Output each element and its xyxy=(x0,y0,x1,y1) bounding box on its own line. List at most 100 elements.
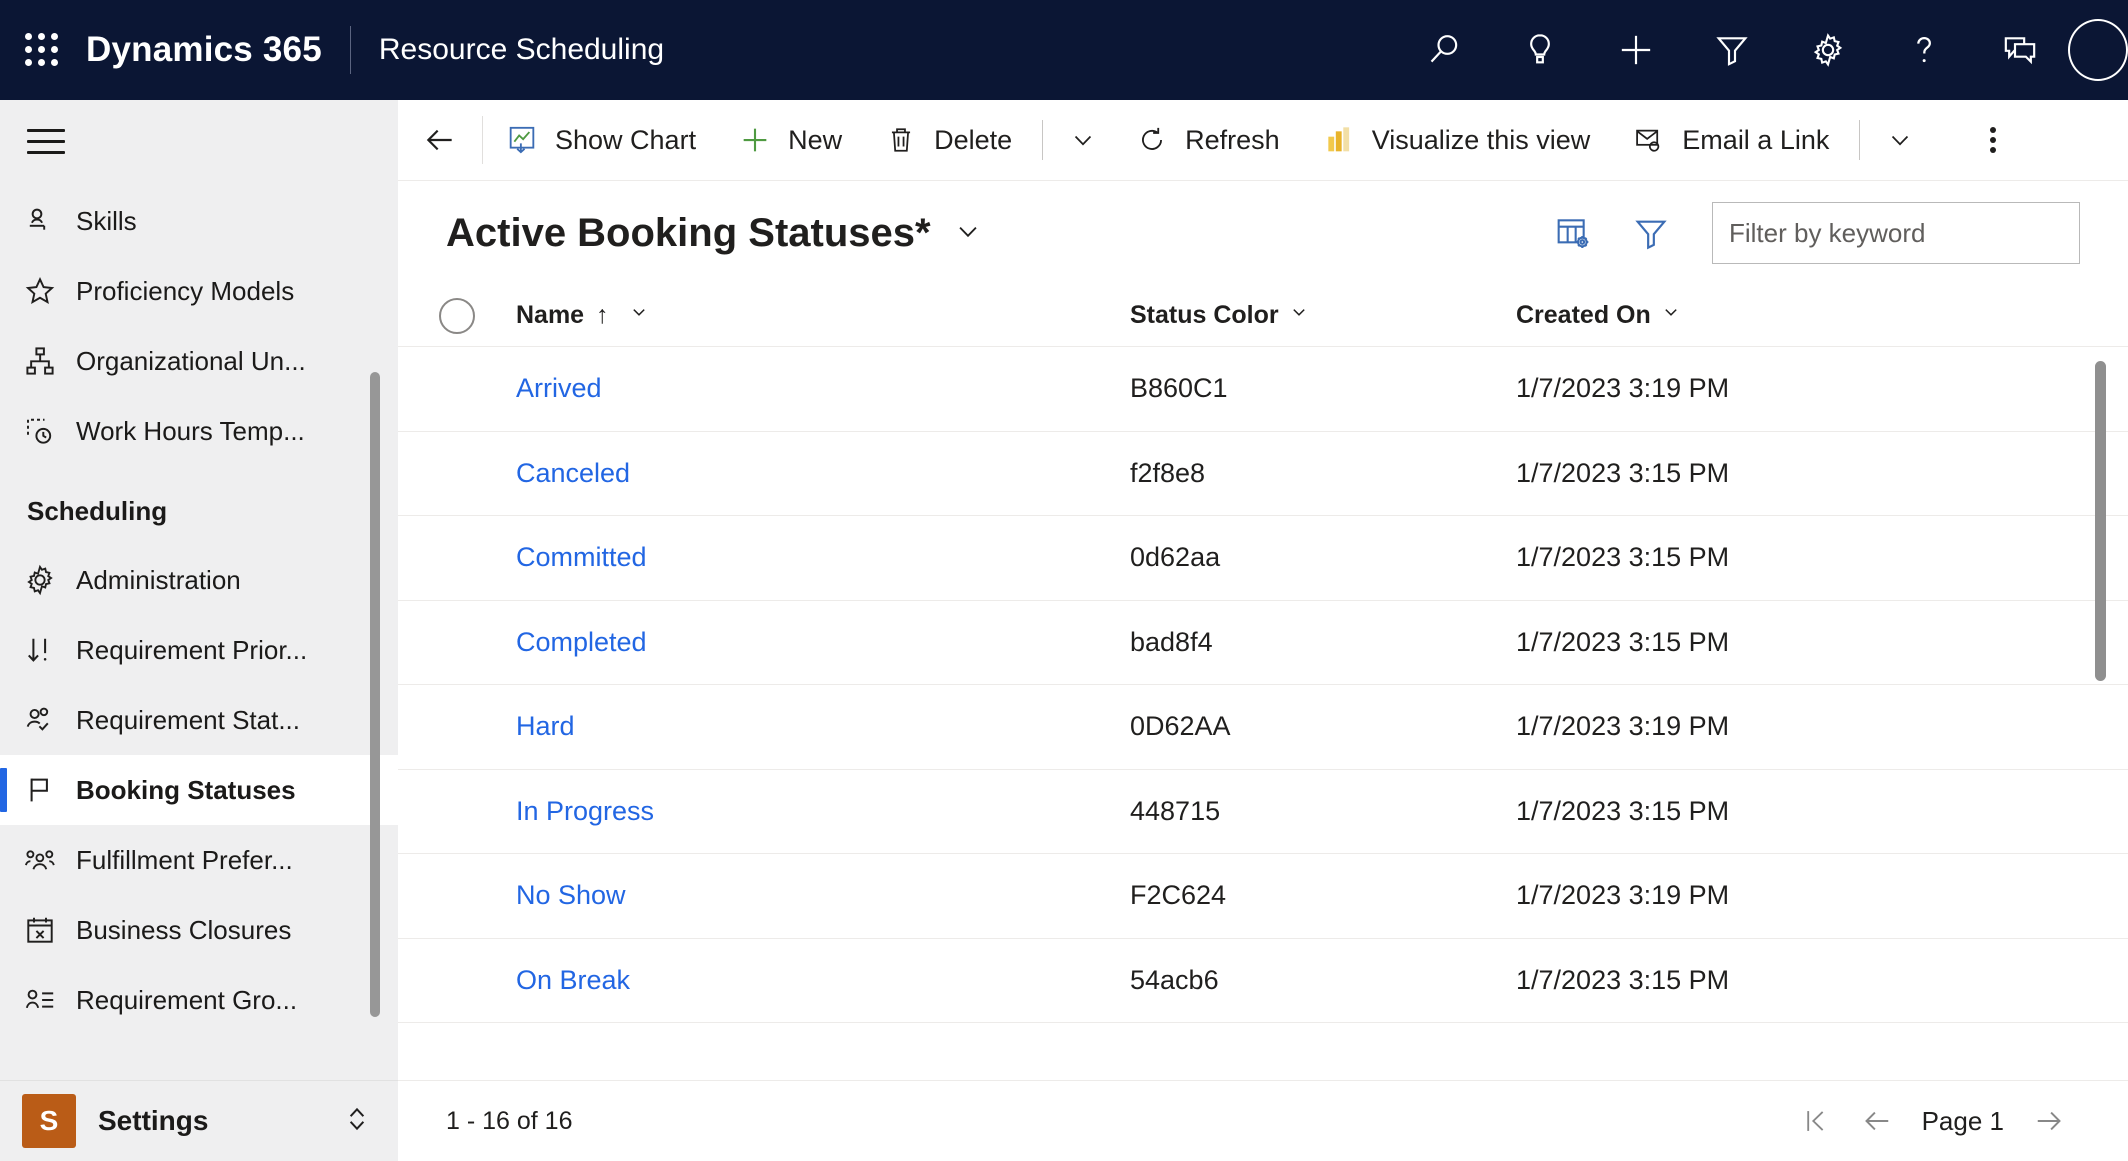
show-chart-label: Show Chart xyxy=(555,124,697,155)
sidebar-item-organizational-units[interactable]: Organizational Un... xyxy=(0,326,398,396)
cell-name[interactable]: In Progress xyxy=(516,796,1130,827)
select-all-checkbox[interactable] xyxy=(439,297,475,334)
email-a-link-button[interactable]: Email a Link xyxy=(1610,100,1849,180)
main-content: Show Chart New Delete Refresh Visualize … xyxy=(398,100,2128,1161)
table-row[interactable]: Hard 0D62AA 1/7/2023 3:19 PM xyxy=(398,685,2128,770)
sidebar-scrollbar-track[interactable] xyxy=(370,182,380,1080)
page-title: Active Booking Statuses* xyxy=(446,210,931,255)
search-icon[interactable] xyxy=(1396,0,1492,100)
sidebar-item-work-hours-templates[interactable]: Work Hours Temp... xyxy=(0,396,398,466)
cell-name[interactable]: Canceled xyxy=(516,458,1130,489)
gear-icon[interactable] xyxy=(1780,0,1876,100)
feedback-icon[interactable] xyxy=(1972,0,2068,100)
refresh-button[interactable]: Refresh xyxy=(1113,100,1300,180)
back-button[interactable] xyxy=(398,100,482,180)
column-header-created-on[interactable]: Created On xyxy=(1516,300,2128,331)
show-chart-button[interactable]: Show Chart xyxy=(483,100,716,180)
column-header-label: Name xyxy=(516,301,585,329)
sidebar-item-booking-statuses[interactable]: Booking Statuses xyxy=(0,755,398,825)
top-navigation-bar: Dynamics 365 Resource Scheduling xyxy=(0,0,2128,100)
view-selector[interactable]: Active Booking Statuses* xyxy=(446,211,985,256)
sidebar-item-label: Fulfillment Prefer... xyxy=(76,844,293,875)
grid-header-row: Name ↑ Status Color Created On xyxy=(398,285,2128,347)
previous-page-icon[interactable] xyxy=(1846,1090,1908,1152)
cell-name[interactable]: Committed xyxy=(516,542,1130,573)
sidebar-item-fulfillment-preferences[interactable]: Fulfillment Prefer... xyxy=(0,825,398,895)
app-root: Dynamics 365 Resource Scheduling Skills … xyxy=(0,0,2128,1161)
table-row[interactable]: Canceled f2f8e8 1/7/2023 3:15 PM xyxy=(398,432,2128,516)
sidebar-item-administration[interactable]: Administration xyxy=(0,545,398,615)
table-row[interactable]: In Progress 448715 1/7/2023 3:15 PM xyxy=(398,770,2128,854)
column-header-name[interactable]: Name ↑ xyxy=(516,300,1130,331)
work-hours-icon xyxy=(22,413,76,449)
grid-scrollbar-track[interactable] xyxy=(2095,347,2106,1080)
sitemap-toggle-icon[interactable] xyxy=(0,100,398,182)
new-button[interactable]: New xyxy=(716,100,862,180)
plus-icon[interactable] xyxy=(1588,0,1684,100)
app-body: Skills Proficiency Models Organizational… xyxy=(0,100,2128,1161)
trash-icon xyxy=(882,123,920,157)
edit-filters-icon[interactable] xyxy=(1612,200,1690,266)
sidebar-item-skills[interactable]: Skills xyxy=(0,186,398,256)
record-count: 1 - 16 of 16 xyxy=(446,1106,573,1135)
sidebar-scroll-region: Skills Proficiency Models Organizational… xyxy=(0,182,398,1080)
next-page-icon[interactable] xyxy=(2018,1090,2080,1152)
table-row[interactable]: Completed bad8f4 1/7/2023 3:15 PM xyxy=(398,601,2128,685)
visualize-this-view-button[interactable]: Visualize this view xyxy=(1300,100,1611,180)
chevron-down-icon xyxy=(1659,300,1683,331)
grid-scrollbar-thumb[interactable] xyxy=(2095,361,2106,681)
grid-body: Arrived B860C1 1/7/2023 3:19 PM Canceled… xyxy=(398,347,2128,1080)
column-header-label: Created On xyxy=(1516,301,1651,329)
more-commands-button[interactable] xyxy=(1958,100,2028,180)
cell-name[interactable]: Arrived xyxy=(516,373,1130,404)
sidebar-item-business-closures[interactable]: Business Closures xyxy=(0,895,398,965)
sidebar-item-requirement-priorities[interactable]: Requirement Prior... xyxy=(0,615,398,685)
edit-columns-icon[interactable] xyxy=(1534,200,1612,266)
app-launcher-icon[interactable] xyxy=(20,28,64,72)
show-chart-icon xyxy=(503,123,541,157)
cell-name[interactable]: Completed xyxy=(516,627,1130,658)
settings-label: Settings xyxy=(98,1105,209,1136)
sidebar-scrollbar-thumb[interactable] xyxy=(370,372,380,1017)
flag-icon xyxy=(22,772,76,808)
search-input[interactable] xyxy=(1729,217,2063,249)
sidebar-item-label: Work Hours Temp... xyxy=(76,415,305,446)
first-page-icon[interactable] xyxy=(1784,1090,1846,1152)
grid-footer: 1 - 16 of 16 Page 1 xyxy=(398,1080,2128,1161)
delete-overflow-chevron-down-icon[interactable] xyxy=(1053,100,1113,180)
cell-name[interactable]: Hard xyxy=(516,711,1130,742)
table-row[interactable]: Arrived B860C1 1/7/2023 3:19 PM xyxy=(398,347,2128,432)
cell-status-color: 0d62aa xyxy=(1130,542,1221,573)
command-bar: Show Chart New Delete Refresh Visualize … xyxy=(398,100,2128,181)
cell-created-on: 1/7/2023 3:15 PM xyxy=(1516,626,1730,657)
cell-status-color: B860C1 xyxy=(1130,373,1228,404)
email-overflow-chevron-down-icon[interactable] xyxy=(1870,100,1930,180)
skill-icon xyxy=(22,203,76,239)
column-header-status-color[interactable]: Status Color xyxy=(1130,300,1516,331)
table-row[interactable]: On Break 54acb6 1/7/2023 3:15 PM xyxy=(398,939,2128,1023)
sidebar-item-proficiency-models[interactable]: Proficiency Models xyxy=(0,256,398,326)
cell-created-on: 1/7/2023 3:15 PM xyxy=(1516,795,1730,826)
table-row[interactable]: Committed 0d62aa 1/7/2023 3:15 PM xyxy=(398,516,2128,601)
header-divider xyxy=(349,26,351,74)
sidebar-item-label: Proficiency Models xyxy=(76,275,295,306)
sidebar-item-requirement-groups[interactable]: Requirement Gro... xyxy=(0,965,398,1035)
plus-icon xyxy=(736,123,774,157)
sidebar-item-label: Business Closures xyxy=(76,914,292,945)
question-icon[interactable] xyxy=(1876,0,1972,100)
cell-created-on: 1/7/2023 3:15 PM xyxy=(1516,542,1730,573)
sidebar-item-requirement-status[interactable]: Requirement Stat... xyxy=(0,685,398,755)
table-row[interactable]: No Show F2C624 1/7/2023 3:19 PM xyxy=(398,854,2128,939)
avatar[interactable] xyxy=(2068,0,2128,100)
sidebar-item-label: Requirement Gro... xyxy=(76,984,298,1015)
filter-icon[interactable] xyxy=(1684,0,1780,100)
delete-button[interactable]: Delete xyxy=(862,100,1032,180)
priority-icon xyxy=(22,632,76,668)
settings-area-switcher[interactable]: S Settings xyxy=(0,1080,398,1161)
cell-name[interactable]: On Break xyxy=(516,965,1130,996)
lightbulb-icon[interactable] xyxy=(1492,0,1588,100)
select-all-cell[interactable] xyxy=(398,297,516,334)
sort-ascending-icon: ↑ xyxy=(596,301,609,329)
search-input-wrapper[interactable] xyxy=(1712,202,2080,264)
cell-name[interactable]: No Show xyxy=(516,880,1130,911)
